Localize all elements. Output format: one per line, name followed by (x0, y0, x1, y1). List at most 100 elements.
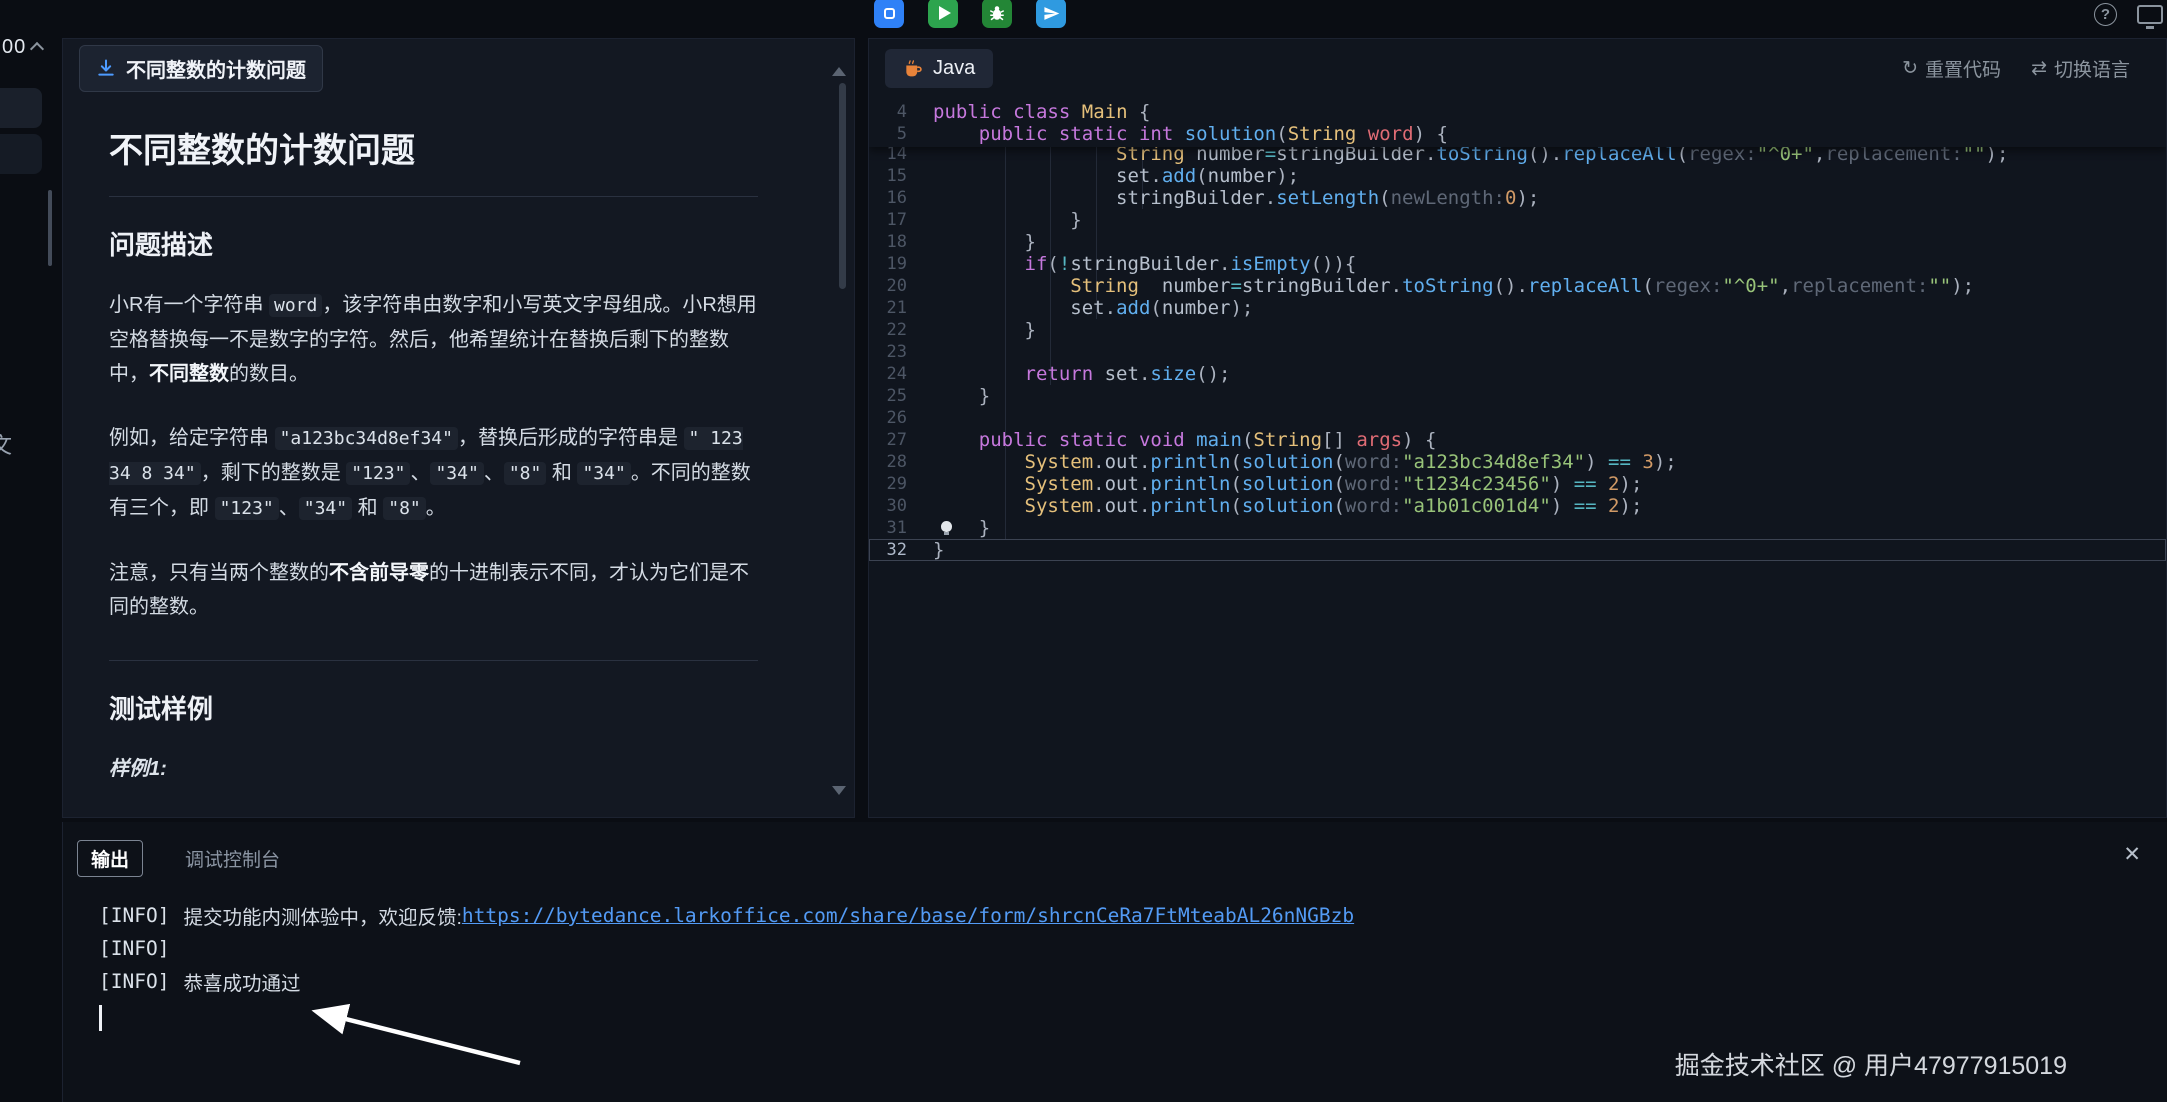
log-text: 提交功能内测体验中，欢迎反馈: (183, 901, 461, 930)
code-line[interactable]: 25 } (869, 385, 2166, 407)
code-editor[interactable]: 14 String number=stringBuilder.toString(… (869, 97, 2166, 817)
code-text: public static void main(String[] args) { (933, 429, 1436, 451)
sidebar-collapsed-item[interactable] (0, 134, 42, 174)
help-icon[interactable]: ? (2094, 3, 2117, 26)
editor-actions: ↻ 重置代码 ⇄ 切换语言 (1902, 55, 2130, 82)
code-line[interactable]: 23 (869, 341, 2166, 363)
switch-language-label: 切换语言 (2054, 55, 2130, 82)
close-icon[interactable]: ✕ (2123, 842, 2141, 867)
code-line[interactable]: 28 System.out.println(solution(word:"a12… (869, 451, 2166, 473)
tab-debug-console[interactable]: 调试控制台 (185, 845, 280, 872)
code-line[interactable]: 24 return set.size(); (869, 363, 2166, 385)
stop-button[interactable] (874, 0, 904, 28)
feedback-link[interactable]: https://bytedance.larkoffice.com/share/b… (462, 904, 1354, 927)
code-line[interactable]: 15 set.add(number); (869, 165, 2166, 187)
code-line[interactable]: 29 System.out.println(solution(word:"t12… (869, 473, 2166, 495)
inline-code: "123" (215, 497, 279, 520)
code-line[interactable]: 20 String number=stringBuilder.toString(… (869, 275, 2166, 297)
code-text: public class Main { (933, 101, 1150, 123)
code-line[interactable]: 16 stringBuilder.setLength(newLength:0); (869, 187, 2166, 209)
console-line: [INFO] (99, 932, 2167, 965)
reset-code-button[interactable]: ↻ 重置代码 (1902, 55, 2001, 82)
line-number: 31 (869, 517, 933, 539)
code-line[interactable]: 32} (869, 539, 2166, 561)
code-line[interactable]: 31 } (869, 517, 2166, 539)
section-heading-samples: 测试样例 (109, 689, 758, 726)
problem-paragraph: 例如，给定字符串 "a123bc34d8ef34"，替换后形成的字符串是 " 1… (109, 421, 758, 526)
problem-scrollbar-thumb[interactable] (839, 83, 846, 289)
code-text: } (933, 231, 1036, 253)
inline-code: "a123bc34d8ef34" (275, 427, 458, 450)
code-line[interactable]: 4public class Main { (869, 101, 2166, 123)
code-text (933, 341, 944, 363)
app-window: ? 00 文 不同整数的计数问题 不同整数的计数问题 问题描述 (0, 0, 2167, 1102)
code-text: System.out.println(solution(word:"a123bc… (933, 451, 1677, 473)
code-line[interactable]: 26 (869, 407, 2166, 429)
device-icon[interactable] (2137, 5, 2163, 24)
log-level-tag: [INFO] (99, 904, 169, 927)
inline-code: "34" (577, 462, 630, 485)
code-text: } (933, 209, 1082, 231)
sample-label: 样例1: (109, 752, 758, 781)
paragraph-text: 不同整数 (149, 363, 229, 385)
scroll-up-arrow[interactable] (832, 67, 846, 76)
scroll-down-arrow[interactable] (832, 786, 846, 795)
line-number: 23 (869, 341, 933, 363)
language-tab-java[interactable]: Java (885, 49, 993, 88)
score-label: 00 (2, 36, 26, 59)
switch-language-button[interactable]: ⇄ 切换语言 (2031, 55, 2130, 82)
divider (109, 660, 758, 661)
code-text: } (933, 319, 1036, 341)
sidebar-collapsed-item[interactable] (0, 88, 42, 128)
chevron-up-icon[interactable] (30, 42, 44, 56)
log-text: 恭喜成功通过 (183, 967, 300, 996)
divider (109, 196, 758, 197)
inline-code: "8" (504, 462, 547, 485)
paragraph-text: 的数目。 (229, 363, 309, 385)
code-line[interactable]: 22 } (869, 319, 2166, 341)
problem-paragraph: 小R有一个字符串 word，该字符串由数字和小写英文字母组成。小R想用空格替换每… (109, 288, 758, 391)
code-line[interactable]: 21 set.add(number); (869, 297, 2166, 319)
code-text: public static int solution(String word) … (933, 123, 1448, 145)
download-icon (96, 58, 116, 78)
paragraph-text: 不含前导零 (329, 562, 429, 584)
problem-tab-title: 不同整数的计数问题 (126, 54, 306, 83)
problem-scroll-area[interactable]: 不同整数的计数问题 问题描述 小R有一个字符串 word，该字符串由数字和小写英… (63, 97, 854, 787)
code-text: stringBuilder.setLength(newLength:0); (933, 187, 1539, 209)
submit-button[interactable] (1036, 0, 1066, 28)
paragraph-text: 和 (546, 462, 577, 484)
problem-header: 不同整数的计数问题 (63, 39, 854, 97)
code-text: } (933, 385, 990, 407)
switch-language-icon: ⇄ (2031, 57, 2047, 80)
sidebar-scrollbar[interactable] (48, 190, 52, 266)
line-number: 20 (869, 275, 933, 297)
console-line: [INFO] 提交功能内测体验中，欢迎反馈: https://bytedance.… (99, 899, 2167, 932)
reset-code-label: 重置代码 (1925, 55, 2001, 82)
problem-tab[interactable]: 不同整数的计数问题 (79, 45, 323, 92)
code-line[interactable]: 30 System.out.println(solution(word:"a1b… (869, 495, 2166, 517)
tab-output[interactable]: 输出 (77, 840, 143, 877)
paragraph-text: 注意，只有当两个整数的 (109, 562, 329, 584)
line-number: 27 (869, 429, 933, 451)
debug-button[interactable] (982, 0, 1012, 28)
code-line[interactable]: 27 public static void main(String[] args… (869, 429, 2166, 451)
play-icon (939, 6, 951, 20)
line-number: 16 (869, 187, 933, 209)
lightbulb-icon[interactable] (941, 521, 952, 532)
inline-code: "34" (430, 462, 483, 485)
code-line[interactable]: 18 } (869, 231, 2166, 253)
code-line[interactable]: 17 } (869, 209, 2166, 231)
code-text: set.add(number); (933, 297, 1253, 319)
paragraph-text: 、 (484, 462, 504, 484)
line-number: 4 (869, 101, 933, 123)
reset-icon: ↻ (1902, 57, 1918, 80)
run-button[interactable] (928, 0, 958, 28)
code-line[interactable]: 5 public static int solution(String word… (869, 123, 2166, 145)
line-number: 21 (869, 297, 933, 319)
code-text (933, 407, 944, 429)
log-level-tag: [INFO] (99, 970, 169, 993)
code-line[interactable]: 19 if(!stringBuilder.isEmpty()){ (869, 253, 2166, 275)
console-line: [INFO] 恭喜成功通过 (99, 965, 2167, 998)
paragraph-text: ，替换后形成的字符串是 (458, 427, 684, 449)
line-number: 5 (869, 123, 933, 145)
